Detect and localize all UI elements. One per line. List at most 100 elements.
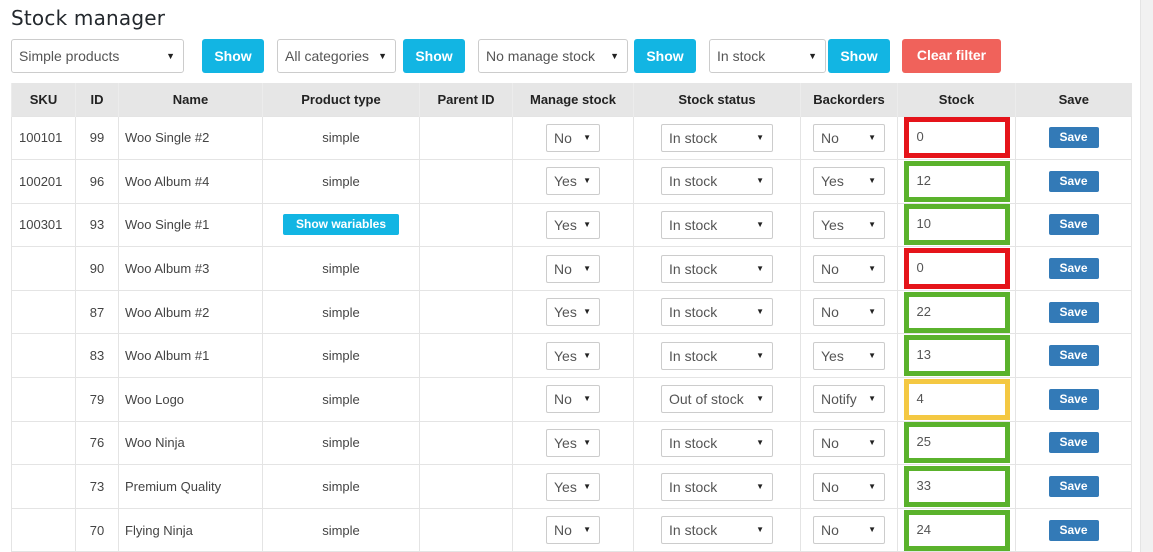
backorders-select[interactable]: Yes ▼ [813, 210, 885, 239]
header-parent-id[interactable]: Parent ID [419, 83, 513, 116]
manage-stock-select[interactable]: Yes ▼ [546, 298, 600, 327]
dropdown-arrow-icon: ▼ [583, 350, 591, 360]
manage-stock-value: Yes [554, 478, 577, 495]
manage-stock-select[interactable]: No ▼ [546, 516, 600, 545]
stock-status-select[interactable]: In stock ▼ [661, 210, 773, 239]
manage-stock-cell: Yes ▼ [512, 420, 634, 466]
save-button[interactable]: Save [1048, 301, 1099, 323]
stock-status-select[interactable]: In stock ▼ [661, 123, 773, 152]
dropdown-arrow-icon: ▼ [868, 525, 876, 535]
stock-input[interactable]: 33 [903, 466, 1010, 508]
save-button[interactable]: Save [1048, 127, 1099, 149]
stock-cell: 0 [897, 246, 1016, 291]
backorders-select[interactable]: No ▼ [813, 298, 885, 327]
stock-status-select[interactable]: In stock ▼ [661, 298, 773, 327]
backorders-select[interactable]: Notify ▼ [813, 385, 885, 414]
save-button[interactable]: Save [1048, 214, 1099, 236]
dropdown-arrow-icon: ▼ [756, 481, 764, 491]
backorders-cell: No ▼ [800, 464, 898, 509]
name-cell: Woo Album #4 [118, 159, 263, 204]
stock-status-select[interactable]: In stock ▼ [661, 254, 773, 283]
backorders-select[interactable]: Yes ▼ [813, 167, 885, 196]
stock-status-value: In stock [669, 304, 718, 321]
show-variables-button[interactable]: Show wariables [283, 214, 399, 236]
manage-stock-filter-value: No manage stock [486, 48, 595, 64]
stock-status-select[interactable]: In stock ▼ [661, 167, 773, 196]
stock-input[interactable]: 10 [903, 204, 1010, 246]
save-button[interactable]: Save [1048, 432, 1099, 454]
category-filter[interactable]: All categories ▼ [277, 39, 396, 73]
backorders-select[interactable]: No ▼ [813, 516, 885, 545]
save-button[interactable]: Save [1048, 258, 1099, 280]
backorders-cell: No ▼ [800, 507, 898, 552]
stock-input[interactable]: 13 [903, 335, 1010, 377]
stock-input[interactable]: 25 [903, 422, 1010, 464]
page-title: Stock manager [11, 6, 166, 30]
stock-cell: 13 [897, 333, 1016, 379]
manage-stock-select[interactable]: No ▼ [546, 385, 600, 414]
page-scrollbar[interactable] [1140, 0, 1153, 552]
header-manage-stock[interactable]: Manage stock [512, 83, 634, 116]
table-body: 100101 99 Woo Single #2 simple No ▼ In s… [11, 115, 1132, 552]
manage-stock-select[interactable]: Yes ▼ [546, 428, 600, 457]
save-button[interactable]: Save [1048, 388, 1099, 410]
name-cell: Premium Quality [118, 464, 263, 509]
save-button[interactable]: Save [1048, 345, 1099, 367]
stock-status-select[interactable]: In stock ▼ [661, 428, 773, 457]
save-button[interactable]: Save [1048, 519, 1099, 541]
manage-stock-select[interactable]: Yes ▼ [546, 167, 600, 196]
save-button[interactable]: Save [1048, 170, 1099, 192]
stock-cell: 33 [897, 464, 1016, 509]
product-type-value: simple [322, 391, 360, 407]
header-stock[interactable]: Stock [897, 83, 1016, 116]
stock-status-value: In stock [669, 216, 718, 233]
manage-stock-select[interactable]: Yes ▼ [546, 341, 600, 370]
table-row: 87 Woo Album #2 simple Yes ▼ In stock ▼ … [11, 289, 1132, 335]
manage-stock-select[interactable]: No ▼ [546, 254, 600, 283]
backorders-select[interactable]: No ▼ [813, 254, 885, 283]
stock-input[interactable]: 0 [903, 248, 1010, 290]
show-manage-stock-button[interactable]: Show [634, 39, 696, 73]
manage-stock-cell: Yes ▼ [512, 202, 634, 248]
stock-status-select[interactable]: Out of stock ▼ [661, 385, 773, 414]
header-stock-status[interactable]: Stock status [633, 83, 801, 116]
backorders-select[interactable]: Yes ▼ [813, 341, 885, 370]
clear-filter-button[interactable]: Clear filter [902, 39, 1001, 73]
manage-stock-select[interactable]: Yes ▼ [546, 472, 600, 501]
id-cell: 96 [75, 159, 119, 204]
manage-stock-filter[interactable]: No manage stock ▼ [478, 39, 628, 73]
parent-id-cell [419, 246, 513, 291]
stock-status-select[interactable]: In stock ▼ [661, 472, 773, 501]
id-cell: 73 [75, 464, 119, 509]
header-product-type[interactable]: Product type [262, 83, 420, 116]
product-type-cell: Show wariables [262, 202, 420, 248]
stock-input[interactable]: 22 [903, 291, 1010, 333]
filter-bar: Simple products ▼ Show All categories ▼ … [11, 39, 1131, 73]
show-stock-status-button[interactable]: Show [828, 39, 890, 73]
header-backorders[interactable]: Backorders [800, 83, 898, 116]
manage-stock-select[interactable]: No ▼ [546, 123, 600, 152]
stock-input[interactable]: 12 [903, 160, 1010, 202]
stock-status-select[interactable]: In stock ▼ [661, 341, 773, 370]
header-name[interactable]: Name [118, 83, 263, 116]
backorders-select[interactable]: No ▼ [813, 428, 885, 457]
save-button[interactable]: Save [1048, 476, 1099, 498]
header-id[interactable]: ID [75, 83, 119, 116]
backorders-select[interactable]: No ▼ [813, 472, 885, 501]
header-save: Save [1015, 83, 1132, 116]
stock-status-select[interactable]: In stock ▼ [661, 516, 773, 545]
sku-cell [11, 289, 76, 335]
stock-input[interactable]: 24 [903, 509, 1010, 551]
manage-stock-select[interactable]: Yes ▼ [546, 210, 600, 239]
product-type-filter[interactable]: Simple products ▼ [11, 39, 184, 73]
stock-input[interactable]: 4 [903, 378, 1010, 420]
manage-stock-value: No [554, 129, 572, 146]
backorders-select[interactable]: No ▼ [813, 123, 885, 152]
stock-status-filter[interactable]: In stock ▼ [709, 39, 826, 73]
product-type-cell: simple [262, 464, 420, 509]
show-product-type-button[interactable]: Show [202, 39, 264, 73]
header-sku[interactable]: SKU [11, 83, 76, 116]
name-cell: Woo Single #2 [118, 115, 263, 161]
show-category-button[interactable]: Show [403, 39, 465, 73]
stock-input[interactable]: 0 [903, 117, 1010, 159]
